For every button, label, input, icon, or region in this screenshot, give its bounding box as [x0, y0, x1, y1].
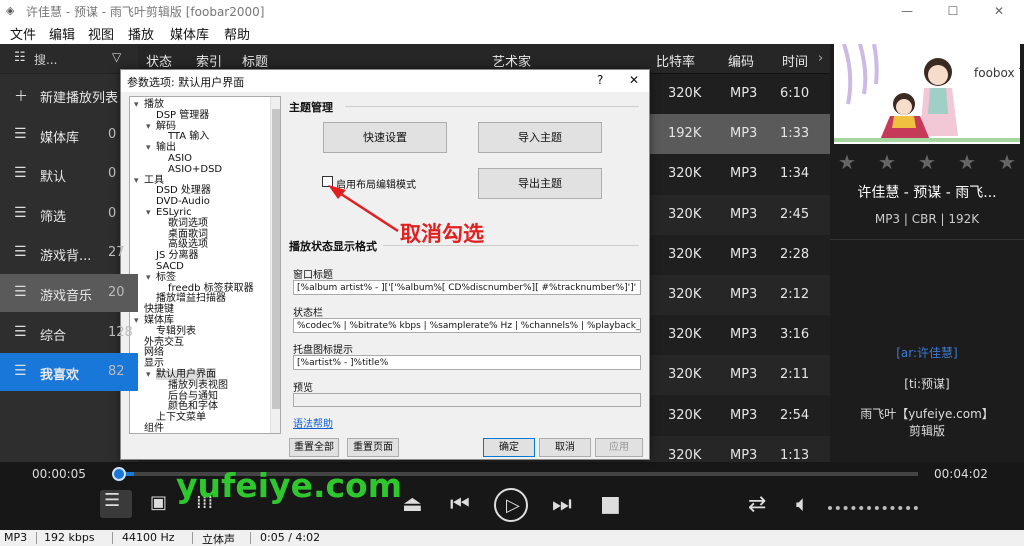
list-icon: ☰: [14, 244, 27, 261]
sidebar-item-count: 27: [108, 245, 125, 261]
sidebar-item-count: 0: [108, 126, 117, 142]
sidebar-item-label: 我喜欢: [40, 368, 80, 384]
list-icon: ☰: [14, 363, 27, 380]
sidebar-item[interactable]: ☰ 媒体库 0: [0, 116, 138, 154]
plus-icon: ＋: [14, 89, 28, 105]
sidebar-item-label: 综合: [40, 328, 67, 344]
sidebar-item[interactable]: ＋ 新建播放列表: [0, 76, 138, 114]
sidebar-item-label: 筛选: [40, 209, 67, 225]
annotation-label: 取消勾选: [400, 222, 484, 246]
sidebar-item-label: 游戏音乐: [40, 289, 93, 304]
annotation-arrow: [328, 185, 399, 233]
sidebar-item[interactable]: ☰ 默认 0: [0, 155, 138, 193]
sidebar-item-count: 82: [108, 364, 125, 380]
list-icon: ☰: [14, 165, 27, 182]
sidebar-item[interactable]: ☰ 游戏背... 27: [0, 234, 138, 272]
sidebar-item[interactable]: ☰ 筛选 0: [0, 195, 138, 233]
sidebar-item-label: 默认: [40, 170, 67, 186]
sidebar-item-count: 20: [108, 285, 125, 300]
sidebar-item-count: 128: [108, 324, 133, 340]
list-icon: ☰: [14, 323, 27, 340]
sidebar-item-label: 新建播放列表: [40, 91, 119, 106]
sidebar-item-label: 媒体库: [40, 130, 80, 146]
sidebar-item-count: 0: [108, 166, 117, 182]
list-icon: ☰: [14, 125, 27, 142]
list-icon: ☰: [14, 284, 27, 300]
sidebar-item-count: 0: [108, 205, 117, 221]
sidebar-item[interactable]: ☰ 游戏音乐 20: [0, 274, 138, 312]
sidebar-item-label: 游戏背...: [40, 249, 92, 265]
list-icon: ☰: [14, 204, 27, 221]
watermark: yufeiye.com: [176, 466, 403, 505]
sidebar-item[interactable]: ☰ 我喜欢 82: [0, 353, 138, 392]
sidebar-item[interactable]: ☰ 综合 128: [0, 314, 138, 352]
